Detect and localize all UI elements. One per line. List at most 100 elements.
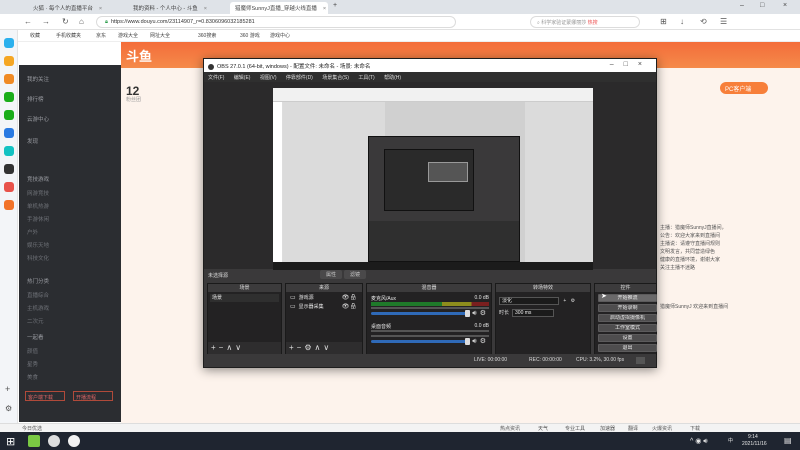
browser-tab[interactable]: 我的资料 - 个人中心 - 斗鱼 × (128, 2, 220, 14)
source-item[interactable]: ▭ 显示器采集 👁︎🔒︎ (288, 303, 360, 311)
app-icon[interactable] (4, 182, 14, 192)
refresh-icon[interactable]: ↻ (62, 17, 69, 26)
news-link[interactable]: 加速器 (600, 425, 615, 432)
volume-slider-handle[interactable] (465, 310, 470, 317)
sidebar-item[interactable]: 发现 (27, 137, 38, 145)
filters-button[interactable]: 滤镜 (344, 270, 367, 279)
sidebar-item[interactable]: 单机热游 (27, 202, 49, 210)
clock-time[interactable]: 9:14 (748, 434, 758, 440)
app-icon[interactable] (4, 74, 14, 84)
clock-date[interactable]: 2021/11/16 (742, 441, 767, 447)
search-input[interactable]: ⌕ 科学家验证蒙娜丽莎 热搜 (530, 16, 640, 28)
notification-icon[interactable]: ▤ (784, 436, 792, 445)
obs-window-controls[interactable]: –□× (610, 61, 652, 68)
extension-icon[interactable]: ⊞ (660, 17, 667, 26)
exit-button[interactable]: 退出 (598, 344, 657, 352)
source-item[interactable]: ▭ 游戏源 👁︎🔒︎ (288, 294, 360, 302)
chevron-down-icon[interactable]: ∨ (323, 343, 332, 352)
back-icon[interactable]: ← (24, 17, 32, 26)
settings-icon[interactable]: ⚙ (5, 404, 12, 413)
phone-icon[interactable] (4, 110, 14, 120)
browser-icon[interactable] (48, 435, 60, 447)
pc-client-button[interactable]: PC客户端 (720, 82, 768, 94)
menu-item[interactable]: 文件(F) (208, 75, 224, 81)
bookmark[interactable]: 京东 (96, 32, 106, 39)
add-icon[interactable]: + (563, 298, 566, 304)
app-icon[interactable] (4, 128, 14, 138)
transition-type-select[interactable]: 淡化 (499, 297, 559, 305)
volume-slider-handle[interactable] (465, 338, 470, 345)
sidebar-item[interactable]: 竞技游戏 (27, 175, 49, 183)
track-controls[interactable]: 🔊︎⚙ (472, 309, 489, 318)
download-client-button[interactable]: 客户端下载 (25, 391, 65, 401)
bookmark[interactable]: 游戏中心 (270, 32, 290, 39)
browser-tab-active[interactable]: 猎魔师SunnyJ直播_穿越火线直播 × (230, 2, 328, 14)
app-icon[interactable] (4, 146, 14, 156)
forward-icon[interactable]: → (42, 17, 50, 26)
track-controls[interactable]: 🔊︎⚙ (472, 337, 489, 346)
scene-item[interactable]: 场景 (210, 294, 279, 302)
chevron-down-icon[interactable]: ∨ (235, 343, 244, 352)
new-tab-icon[interactable]: + (333, 2, 337, 9)
preview-area[interactable] (204, 82, 656, 270)
start-live-guide-button[interactable]: 开播流程 (73, 391, 113, 401)
close-icon[interactable]: × (204, 6, 207, 12)
settings-button[interactable]: 设置 (598, 334, 657, 342)
sidebar-item[interactable]: 一起看 (27, 333, 44, 341)
menu-item[interactable]: 帮助(H) (384, 75, 401, 81)
add-icon[interactable]: + (289, 343, 297, 352)
download-icon[interactable]: ↓ (680, 17, 684, 26)
preview-canvas[interactable] (273, 88, 593, 270)
browser-tab[interactable]: 火狐 · 每个人的直播平台 × (28, 2, 116, 14)
resize-grip-icon[interactable] (636, 357, 645, 364)
studio-mode-button[interactable]: 工作室模式 (598, 324, 657, 332)
maximize-icon[interactable]: □ (760, 2, 764, 9)
menu-item[interactable]: 编辑(E) (234, 75, 251, 81)
sidebar-item[interactable]: 主机游戏 (27, 304, 49, 312)
sidebar-item[interactable]: 直播综合 (27, 291, 49, 299)
sidebar-item[interactable]: 户外 (27, 228, 38, 236)
ime-indicator[interactable]: 中 (728, 437, 733, 444)
news-link[interactable]: 火爆资讯 (652, 425, 672, 432)
bookmark[interactable]: 360 游戏 (240, 32, 260, 39)
bookmark[interactable]: 游戏大全 (118, 32, 138, 39)
app-icon[interactable] (4, 56, 14, 66)
news-link[interactable]: 翻译 (628, 425, 638, 432)
menu-item[interactable]: 视图(V) (260, 75, 277, 81)
news-link[interactable]: 专业工具 (565, 425, 585, 432)
gear-icon[interactable]: ⚙ (571, 298, 575, 304)
visibility-lock-icons[interactable]: 👁︎🔒︎ (342, 294, 357, 302)
wechat-icon[interactable] (4, 92, 14, 102)
minimize-icon[interactable]: – (740, 2, 744, 9)
close-icon[interactable]: × (99, 6, 102, 12)
windows-start-icon[interactable]: ⊞ (6, 435, 15, 448)
menu-item[interactable]: 场景集合(S) (322, 75, 349, 81)
menu-item[interactable]: 停靠部件(D) (286, 75, 313, 81)
close-icon[interactable]: × (323, 6, 326, 12)
app-icon[interactable] (4, 164, 14, 174)
app-icon[interactable] (28, 435, 40, 447)
bookmark[interactable]: 手机收藏夹 (56, 32, 81, 39)
close-window-icon[interactable]: × (783, 2, 787, 9)
app-icon[interactable] (4, 200, 14, 210)
history-icon[interactable]: ⟲ (700, 17, 707, 26)
add-icon[interactable]: + (211, 343, 219, 352)
news-link[interactable]: 天气 (538, 425, 548, 432)
start-recording-button[interactable]: 开始录制 (598, 304, 657, 312)
sidebar-item[interactable]: 娱乐天地 (27, 241, 49, 249)
bookmark[interactable]: 网址大全 (150, 32, 170, 39)
gear-icon[interactable]: ⚙ (304, 343, 314, 352)
sidebar-item[interactable]: 我的关注 (27, 75, 49, 83)
sidebar-item[interactable]: 排行榜 (27, 95, 44, 103)
sidebar-item[interactable]: 颜值 (27, 347, 38, 355)
sidebar-item[interactable]: 网游竞技 (27, 189, 49, 197)
news-link[interactable]: 热点资讯 (500, 425, 520, 432)
sidebar-item[interactable]: 热门分类 (27, 277, 49, 285)
sidebar-item[interactable]: 二次元 (27, 317, 44, 325)
properties-button[interactable]: 属性 (320, 270, 343, 279)
settings-icon[interactable]: ☰ (720, 17, 727, 26)
sidebar-item[interactable]: 科技文化 (27, 254, 49, 262)
sidebar-item[interactable]: 云游中心 (27, 115, 49, 123)
duration-input[interactable]: 300 ms (512, 309, 555, 317)
sidebar-item[interactable]: 手游休闲 (27, 215, 49, 223)
